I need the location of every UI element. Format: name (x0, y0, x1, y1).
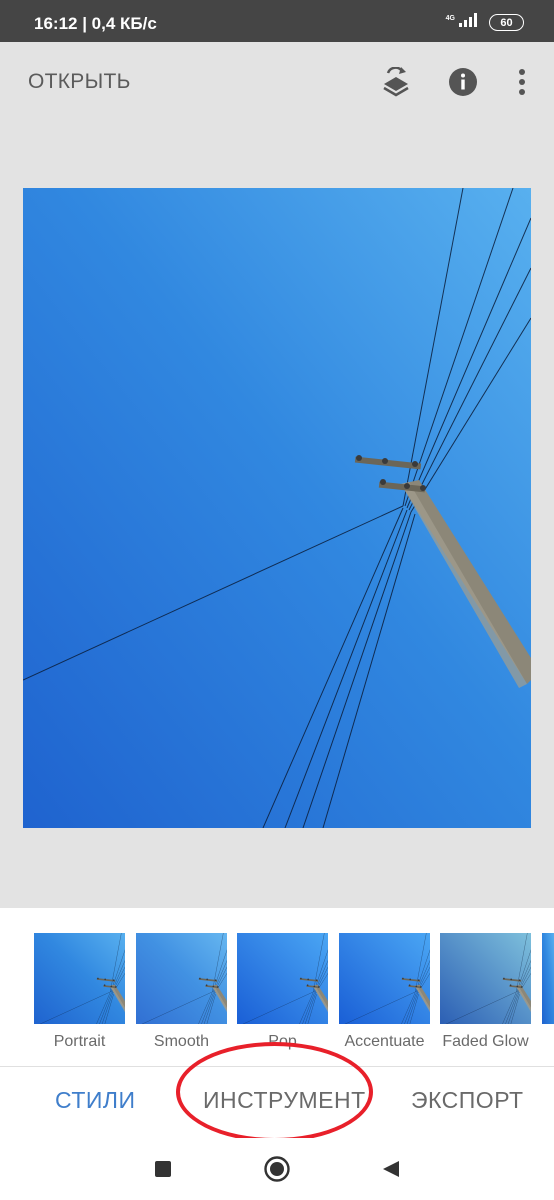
status-time: 16:12 | 0,4 КБ/с (34, 14, 157, 33)
look-preview (440, 933, 531, 1024)
look-preview (339, 933, 430, 1024)
look-thumb-pop[interactable]: Pop (237, 933, 328, 1051)
bottom-tab-bar: СТИЛИ ИНСТРУМЕНТ ЭКСПОРТ (0, 1066, 554, 1134)
photo-canvas[interactable] (0, 122, 554, 908)
home-circle-icon[interactable] (264, 1156, 290, 1182)
network-type: 4G (445, 15, 455, 22)
system-nav-bar (0, 1138, 554, 1200)
look-preview (237, 933, 328, 1024)
tab-tools[interactable]: ИНСТРУМЕНТ (203, 1087, 366, 1114)
battery-icon: 60 (489, 14, 524, 31)
tab-styles[interactable]: СТИЛИ (55, 1087, 136, 1114)
look-label: Accentuate (344, 1033, 425, 1050)
layers-history-icon[interactable] (378, 64, 414, 100)
back-triangle-icon[interactable] (378, 1156, 404, 1182)
looks-strip[interactable]: Portrait Smooth Pop Accentuate Faded Glo… (0, 908, 554, 1066)
battery-level: 60 (500, 16, 513, 29)
look-thumb-portrait[interactable]: Portrait (34, 933, 125, 1051)
look-label: Pop (268, 1033, 297, 1050)
look-preview (542, 933, 554, 1024)
look-thumb-smooth[interactable]: Smooth (136, 933, 227, 1051)
photo-preview (23, 188, 531, 828)
tab-export[interactable]: ЭКСПОРТ (411, 1087, 524, 1114)
look-label: Portrait (53, 1033, 106, 1050)
look-label: Faded Glow (442, 1033, 529, 1050)
look-thumb-partial[interactable] (542, 933, 554, 1024)
signal-icon (459, 13, 479, 32)
status-bar: 16:12 | 0,4 КБ/с 4G 60 (0, 0, 554, 42)
open-button[interactable]: ОТКРЫТЬ (28, 70, 131, 94)
look-preview (136, 933, 227, 1024)
look-preview (34, 933, 125, 1024)
recents-square-icon[interactable] (150, 1156, 176, 1182)
bottom-panel: Portrait Smooth Pop Accentuate Faded Glo… (0, 908, 554, 1138)
app-bar: ОТКРЫТЬ (0, 42, 554, 122)
look-thumb-faded-glow[interactable]: Faded Glow (440, 933, 531, 1051)
status-icons: 4G 60 (446, 13, 524, 32)
look-thumb-accentuate[interactable]: Accentuate (339, 933, 430, 1051)
look-label: Smooth (153, 1033, 210, 1050)
info-icon[interactable] (445, 64, 481, 100)
more-vert-icon[interactable] (504, 64, 540, 100)
